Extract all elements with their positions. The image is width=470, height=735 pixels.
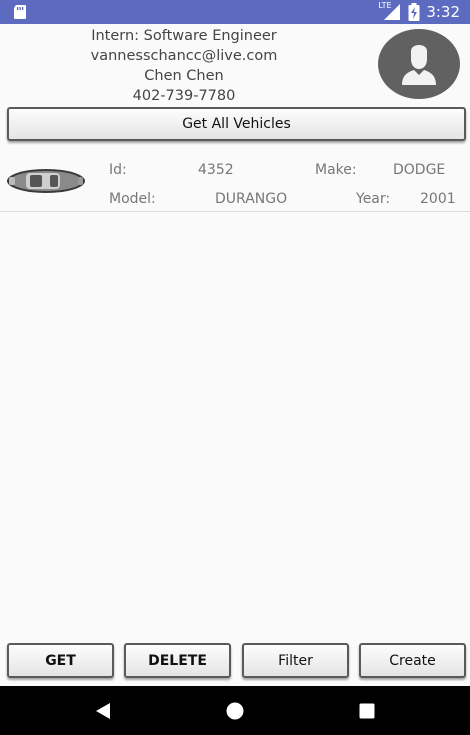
get-all-vehicles-button[interactable]: Get All Vehicles [7,107,466,141]
navigation-bar [0,686,470,735]
profile-name: Chen Chen [144,68,224,84]
create-button[interactable]: Create [359,643,466,678]
vehicle-id-value: 4352 [198,162,234,178]
profile-email: vannesschancc@live.com [90,48,278,64]
avatar[interactable] [378,29,460,99]
person-icon [402,45,436,85]
profile-title: Intern: Software Engineer [91,28,277,44]
profile-phone: 402-739-7780 [132,88,236,104]
vehicle-model-value: DURANGO [215,191,288,207]
recents-icon[interactable] [359,703,375,719]
back-icon[interactable] [94,702,112,720]
filter-button[interactable]: Filter [242,643,349,678]
vehicle-id-label: Id: [109,162,127,178]
vehicle-year-label: Year: [356,191,391,207]
clock: 3:32 [426,3,460,21]
vehicle-model-label: Model: [109,191,156,207]
vehicle-list-item[interactable]: Id: 4352 Make: DODGE Model: DURANGO Year… [0,152,470,212]
vehicle-year-value: 2001 [420,191,456,207]
car-icon [7,169,85,193]
status-bar: LTE 3:32 [0,0,470,24]
delete-button[interactable]: DELETE [124,643,231,678]
battery-charging-icon [408,3,420,21]
home-icon[interactable] [226,702,244,720]
get-button[interactable]: GET [7,643,114,678]
signal-icon: LTE [378,1,402,21]
sd-card-icon [14,5,26,19]
vehicle-make-value: DODGE [393,162,446,178]
vehicle-make-label: Make: [315,162,357,178]
profile-info: Intern: Software Engineer vannesschancc@… [0,24,368,106]
